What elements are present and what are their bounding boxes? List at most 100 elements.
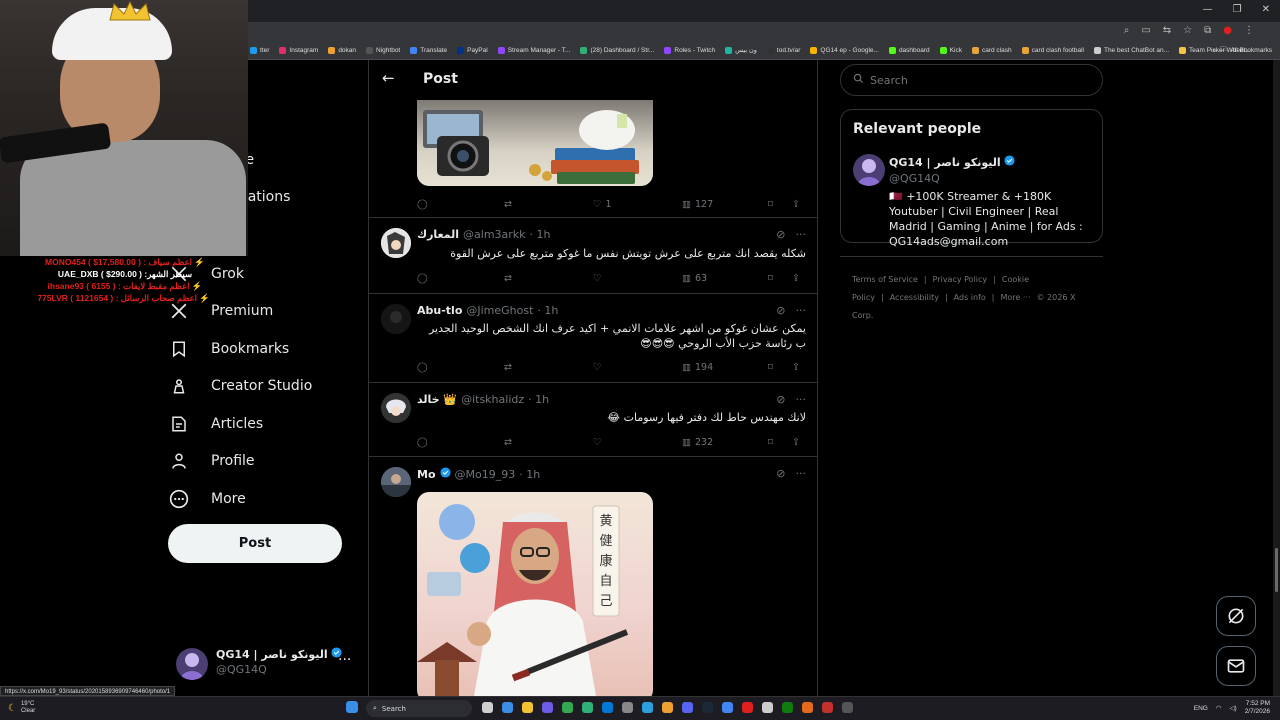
author-handle[interactable]: @alm3arkk: [463, 228, 526, 241]
reply-tweet[interactable]: خالد 👑 @itskhalidz · 1h ⊘ ··· لانك مهندس…: [369, 383, 817, 457]
grok-explain-icon[interactable]: ⊘: [776, 393, 785, 406]
views-button[interactable]: ▥ 232: [682, 437, 713, 448]
author-handle[interactable]: @itskhalidz: [461, 393, 524, 406]
sidebar-item-creator-studio[interactable]: Creator Studio: [168, 368, 368, 406]
bookmark-item[interactable]: (28) Dashboard / Str...: [580, 46, 654, 54]
reply-icon[interactable]: ◯: [417, 362, 428, 373]
taskbar-app-icon[interactable]: [562, 702, 573, 713]
wifi-icon[interactable]: ◠: [1216, 704, 1222, 712]
windows-start-icon[interactable]: [346, 701, 358, 713]
bookmark-item[interactable]: Roles - Twitch: [664, 46, 715, 54]
footer-link[interactable]: More ···: [1000, 293, 1030, 302]
bookmark-item[interactable]: Kick: [939, 46, 962, 54]
sidebar-item-more[interactable]: More: [168, 480, 368, 518]
bookmark-icon[interactable]: ⌑: [768, 273, 773, 284]
cast-icon[interactable]: ▭: [1141, 25, 1150, 36]
close-icon[interactable]: ✕: [1262, 4, 1270, 15]
taskbar-app-icon[interactable]: [502, 702, 513, 713]
translate-icon[interactable]: ⇆: [1163, 25, 1171, 36]
zoom-icon[interactable]: ⌕: [1124, 25, 1130, 36]
more-horizontal-icon[interactable]: ···: [796, 467, 807, 480]
bookmark-item[interactable]: Instagram: [279, 46, 318, 54]
sidebar-item-articles[interactable]: Articles: [168, 405, 368, 443]
grok-explain-icon[interactable]: ⊘: [776, 228, 785, 241]
bookmark-item[interactable]: Translate: [410, 46, 447, 54]
taskbar-app-icon[interactable]: [722, 702, 733, 713]
views-button[interactable]: ▥ 127: [682, 199, 713, 210]
search-input[interactable]: [870, 73, 1070, 87]
taskbar-app-icon[interactable]: [582, 702, 593, 713]
back-arrow-icon[interactable]: ←: [382, 69, 395, 87]
taskbar-app-icon[interactable]: [802, 702, 813, 713]
taskbar-app-icon[interactable]: [842, 702, 853, 713]
taskbar-app-icon[interactable]: [662, 702, 673, 713]
share-icon[interactable]: ⇪: [792, 273, 800, 284]
person-name[interactable]: QG14 | اليونكو ناصر: [889, 155, 1015, 169]
share-icon[interactable]: ⇪: [792, 199, 800, 210]
reply-icon[interactable]: ◯: [417, 437, 428, 448]
profile-icon[interactable]: ●: [1223, 25, 1232, 36]
grok-button[interactable]: [1216, 596, 1256, 636]
tweet-time[interactable]: · 1h: [530, 228, 551, 241]
avatar[interactable]: [381, 228, 411, 258]
messages-button[interactable]: [1216, 646, 1256, 686]
grok-explain-icon[interactable]: ⊘: [776, 304, 785, 317]
retweet-icon[interactable]: ⇄: [504, 437, 512, 448]
tweet-image[interactable]: [417, 100, 653, 186]
footer-link[interactable]: Privacy Policy: [933, 275, 988, 284]
reply-icon[interactable]: ◯: [417, 273, 428, 284]
avatar[interactable]: [381, 467, 411, 497]
all-bookmarks[interactable]: » 🗀 All Bookmarks: [1212, 40, 1272, 59]
post-button[interactable]: Post: [168, 524, 342, 563]
bookmark-item[interactable]: The best ChatBot an...: [1093, 46, 1169, 54]
taskbar-app-icon[interactable]: [642, 702, 653, 713]
taskbar-app-icon[interactable]: [542, 702, 553, 713]
tweet-image[interactable]: 黄 健 康 自 己: [417, 492, 653, 696]
bookmark-item[interactable]: dashboard: [888, 46, 930, 54]
footer-link[interactable]: Accessibility: [890, 293, 939, 302]
grok-explain-icon[interactable]: ⊘: [776, 467, 785, 480]
more-horizontal-icon[interactable]: ···: [796, 393, 807, 406]
more-horizontal-icon[interactable]: ···: [796, 228, 807, 241]
author-handle[interactable]: @Mo19_93: [455, 468, 516, 481]
reply-icon[interactable]: ◯: [417, 199, 428, 210]
extensions-icon[interactable]: ⧉: [1204, 25, 1211, 36]
search-box[interactable]: [840, 64, 1103, 96]
more-horizontal-icon[interactable]: ···: [338, 652, 351, 668]
bookmark-item[interactable]: card clash football: [1021, 46, 1084, 54]
author-name[interactable]: Abu-tlo: [417, 304, 462, 317]
taskbar-app-icon[interactable]: [702, 702, 713, 713]
taskbar-app-icon[interactable]: [482, 702, 493, 713]
share-icon[interactable]: ⇪: [792, 437, 800, 448]
bookmark-item[interactable]: Stream Manager - T...: [497, 46, 570, 54]
reply-tweet[interactable]: Mo @Mo19_93 · 1h ⊘ ··· 黄 健 康 自 己: [369, 457, 817, 696]
tweet-time[interactable]: · 1h: [528, 393, 549, 406]
heart-icon[interactable]: ♡: [593, 362, 602, 373]
taskbar-app-icon[interactable]: [762, 702, 773, 713]
tweet-time[interactable]: · 1h: [519, 468, 540, 481]
bookmark-item[interactable]: tter: [250, 46, 269, 54]
retweet-icon[interactable]: ⇄: [504, 273, 512, 284]
restore-icon[interactable]: ❐: [1233, 4, 1242, 15]
star-icon[interactable]: ☆: [1183, 25, 1192, 36]
taskbar-app-icon[interactable]: [682, 702, 693, 713]
more-horizontal-icon[interactable]: ···: [796, 304, 807, 317]
account-switcher[interactable]: QG14 | اليونكو ناصر @QG14Q ···: [176, 646, 356, 680]
avatar[interactable]: [381, 393, 411, 423]
bookmark-item[interactable]: QG14 ep - Google...: [810, 46, 879, 54]
heart-icon[interactable]: ♡: [593, 437, 602, 448]
author-name[interactable]: Mo: [417, 468, 436, 481]
bookmark-item[interactable]: ون بيس: [725, 46, 757, 54]
menu-icon[interactable]: ⋮: [1244, 25, 1254, 36]
footer-link[interactable]: Terms of Service: [852, 275, 918, 284]
scrollbar-thumb[interactable]: [1275, 548, 1278, 592]
reply-tweet[interactable]: المعارك @alm3arkk · 1h ⊘ ··· شكله يقصد ا…: [369, 218, 817, 294]
taskbar-app-icon[interactable]: [822, 702, 833, 713]
scrollbar[interactable]: [1273, 60, 1280, 696]
author-handle[interactable]: @JimeGhost: [466, 304, 533, 317]
clock[interactable]: 7:52 PM 2/7/2026: [1245, 700, 1270, 716]
share-icon[interactable]: ⇪: [792, 362, 800, 373]
bookmark-item[interactable]: card clash: [971, 46, 1012, 54]
taskbar-app-icon[interactable]: [782, 702, 793, 713]
reply-tweet[interactable]: Abu-tlo @JimeGhost · 1h ⊘ ··· يمكن عشان …: [369, 294, 817, 383]
